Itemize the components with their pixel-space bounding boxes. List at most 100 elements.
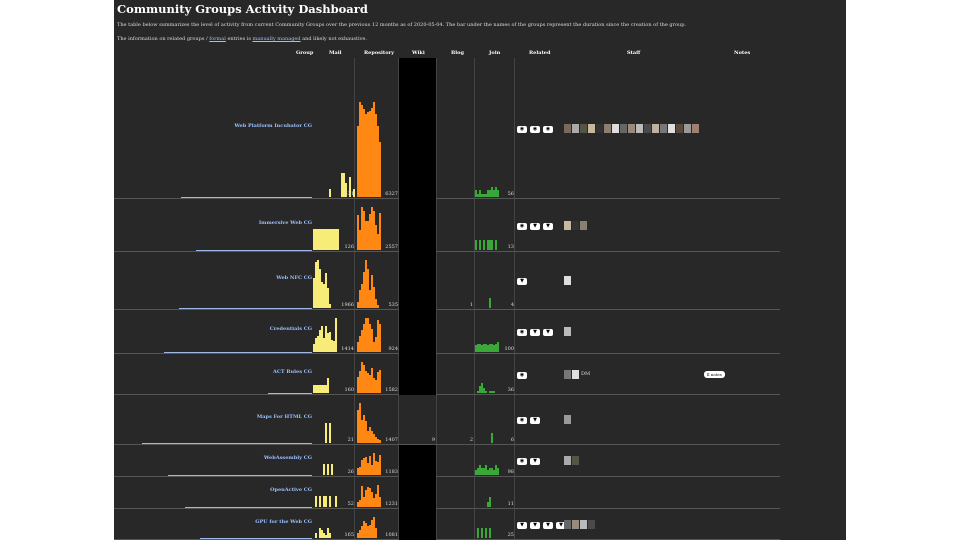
avatar[interactable] [588, 519, 595, 529]
avatar[interactable] [572, 220, 579, 230]
avatar[interactable] [588, 123, 595, 133]
column-header-related[interactable]: Related [529, 50, 550, 56]
w3c-icon[interactable]: ▼ [530, 521, 540, 529]
avatar[interactable] [604, 123, 611, 133]
wiki-count: 9 [431, 437, 435, 443]
avatar[interactable] [564, 327, 571, 336]
github-icon[interactable]: ◉ [517, 458, 527, 465]
repository-count: 535 [388, 302, 398, 308]
group-duration-bar [167, 475, 312, 476]
avatar[interactable] [564, 220, 571, 230]
group-duration-bar [184, 507, 312, 508]
w3c-icon[interactable]: ▼ [543, 329, 553, 336]
table-row: Immersive Web CG 126 2557 13 ◉ ▼ ▼ [114, 199, 780, 252]
avatar[interactable] [652, 123, 659, 133]
repository-count: 6327 [385, 191, 398, 197]
avatar[interactable] [572, 369, 579, 379]
mail-bar [319, 496, 321, 507]
github-icon[interactable]: ◉ [517, 329, 527, 336]
column-header-notes[interactable]: Notes [734, 50, 750, 56]
formal-link[interactable]: formal [209, 36, 226, 42]
github-icon[interactable]: ◉ [543, 125, 553, 133]
avatar[interactable] [620, 123, 627, 133]
avatar[interactable] [628, 123, 635, 133]
intro-related-note: The information on related groups / form… [117, 36, 367, 42]
avatar[interactable] [572, 456, 579, 465]
note-badge[interactable]: ll notes [704, 370, 725, 378]
column-header-staff[interactable]: Staff [627, 50, 640, 56]
w3c-icon[interactable]: ▼ [530, 417, 540, 424]
column-header-group[interactable]: Group [296, 50, 313, 56]
column-header-blog[interactable]: Blog [451, 50, 464, 56]
join-count: 100 [504, 346, 514, 352]
w3c-icon[interactable]: ▼ [530, 329, 540, 336]
github-icon[interactable]: ◉ [517, 125, 527, 133]
join-count: 56 [507, 191, 514, 197]
page-title: Community Groups Activity Dashboard [117, 2, 368, 16]
avatar[interactable] [580, 220, 587, 230]
related-groups: ◉ ▼ ▼ [517, 222, 553, 230]
avatar[interactable] [596, 123, 603, 133]
group-duration-bar [142, 443, 312, 444]
avatar[interactable] [644, 123, 651, 133]
w3c-icon[interactable]: ▼ [517, 521, 527, 529]
repo-bar [379, 141, 381, 197]
avatar[interactable] [564, 415, 571, 424]
group-name-link[interactable]: Web NFC CG [184, 275, 312, 281]
avatar[interactable] [676, 123, 683, 133]
repo-activity-chart [357, 260, 381, 308]
column-header-mail[interactable]: Mail [329, 50, 342, 56]
w3c-icon[interactable]: ▼ [530, 222, 540, 230]
column-header-repository[interactable]: Repository [364, 50, 394, 56]
avatar[interactable] [572, 123, 579, 133]
staff-avatars [564, 123, 700, 133]
column-header-join[interactable]: Join [489, 50, 500, 56]
table-row: ACT Rules CG 160 1582 36 ◉ DM ll notes [114, 354, 780, 395]
group-name-link[interactable]: WebAssembly CG [184, 455, 312, 461]
w3c-icon[interactable]: ▼ [517, 278, 527, 285]
avatar[interactable] [684, 123, 691, 133]
avatar[interactable] [580, 123, 587, 133]
group-name-link[interactable]: GPU for the Web CG [184, 519, 312, 525]
w3c-icon[interactable]: ▼ [543, 222, 553, 230]
github-icon[interactable]: ◉ [517, 371, 527, 379]
github-icon[interactable]: ◉ [517, 417, 527, 424]
group-name-link[interactable]: Immersive Web CG [184, 220, 312, 226]
group-name-link[interactable]: ACT Rules CG [184, 369, 312, 375]
avatar[interactable] [564, 276, 571, 285]
w3c-icon[interactable]: ▼ [530, 458, 540, 465]
group-name-link[interactable]: OpenActive CG [184, 487, 312, 493]
wiki-cell [399, 477, 436, 509]
avatar[interactable] [636, 123, 643, 133]
github-icon[interactable]: ◉ [517, 222, 527, 230]
table-row: Web NFC CG 1966 535 1 4 ▼ [114, 252, 780, 310]
group-duration-bar [196, 250, 312, 251]
mail-count: 1414 [341, 346, 354, 352]
repository-count: 1231 [385, 501, 398, 507]
table-row: GPU for the Web CG 165 1081 25 ▼ ▼ ▼ ▼ [114, 509, 780, 540]
column-header-wiki[interactable]: Wiki [412, 50, 425, 56]
avatar[interactable] [660, 123, 667, 133]
github-icon[interactable]: ◉ [530, 125, 540, 133]
avatar[interactable] [564, 369, 571, 379]
mail-count: 126 [344, 244, 354, 250]
join-count: 11 [507, 501, 514, 507]
join-bar [485, 528, 487, 538]
mail-bar [323, 464, 325, 475]
avatar[interactable] [668, 123, 675, 133]
avatar[interactable] [564, 123, 571, 133]
staff-avatars [564, 415, 572, 424]
manually-managed-link[interactable]: manually managed [253, 36, 301, 42]
avatar[interactable] [692, 123, 699, 133]
group-duration-bar [181, 197, 312, 198]
avatar[interactable] [572, 519, 579, 529]
avatar[interactable] [612, 123, 619, 133]
group-name-link[interactable]: Maps For HTML CG [184, 414, 312, 420]
group-name-link[interactable]: Web Platform Incubator CG [184, 123, 312, 129]
w3c-icon[interactable]: ▼ [543, 521, 553, 529]
avatar[interactable] [580, 519, 587, 529]
avatar[interactable] [564, 456, 571, 465]
avatar[interactable] [564, 519, 571, 529]
group-name-link[interactable]: Credentials CG [184, 326, 312, 332]
related-groups: ◉ ▼ [517, 458, 540, 465]
